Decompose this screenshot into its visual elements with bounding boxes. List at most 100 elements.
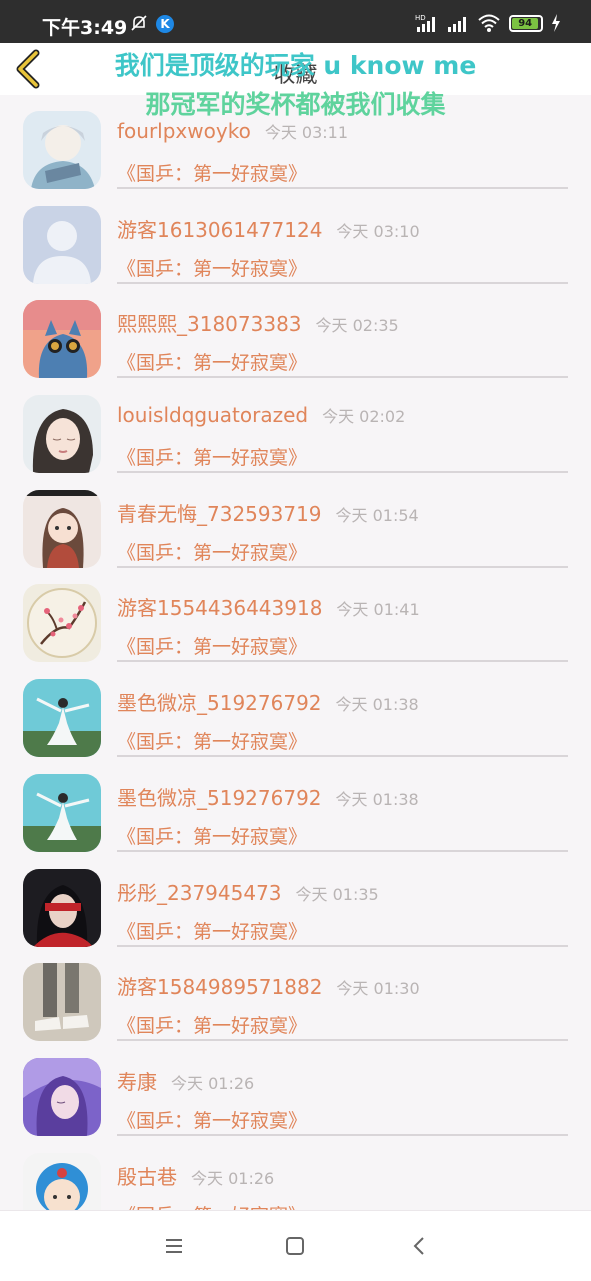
battery-level: 94	[512, 17, 539, 29]
divider	[117, 849, 568, 852]
favorite-list-item[interactable]: 彤彤_237945473 今天 01:35 《国乒：第一好寂寞》	[0, 853, 591, 948]
divider	[117, 471, 568, 474]
user-name: 游客1554436443918 今天 01:41	[117, 592, 420, 621]
avatar[interactable]	[23, 300, 101, 379]
timestamp: 今天 03:11	[264, 123, 349, 142]
message-text: 《国乒：第一好寂寞》	[117, 541, 308, 564]
message-text: 《国乒：第一好寂寞》	[117, 636, 308, 659]
user-name-text: 墨色微凉_519276792	[117, 785, 322, 810]
user-name: 殷古巷 今天 01:26	[117, 1161, 274, 1190]
avatar[interactable]	[23, 868, 101, 947]
user-name: 墨色微凉_519276792 今天 01:38	[117, 782, 419, 811]
status-icons: HD 94	[415, 12, 561, 34]
avatar[interactable]	[23, 111, 101, 189]
favorite-list-item[interactable]: 青春无悔_732593719 今天 01:54 《国乒：第一好寂寞》	[0, 474, 591, 569]
timestamp: 今天 02:35	[315, 316, 399, 336]
battery-icon: 94	[509, 14, 543, 32]
timestamp: 今天 01:30	[336, 979, 420, 999]
timestamp: 今天 03:10	[336, 221, 420, 241]
message-text: 《国乒：第一好寂寞》	[117, 920, 308, 943]
user-name: 游客1613061477124 今天 03:10	[117, 214, 420, 243]
favorite-list-item[interactable]: louisldqguatorazed 今天 02:02 《国乒：第一好寂寞》	[0, 379, 591, 474]
avatar[interactable]	[23, 1152, 101, 1210]
hd-signal-icon: HD	[415, 14, 435, 32]
user-name-text: 熙熙熙_318073383	[117, 312, 302, 337]
user-name: 寿康 今天 01:26	[117, 1066, 254, 1095]
status-bar: 下午3:49 K HD 94	[0, 0, 591, 43]
timestamp: 今天 01:41	[336, 600, 420, 620]
timestamp: 今天 01:26	[191, 1168, 275, 1188]
divider	[117, 1133, 568, 1136]
avatar[interactable]	[23, 395, 101, 474]
message-text: 《国乒：第一好寂寞》	[117, 447, 308, 470]
avatar[interactable]	[23, 489, 101, 568]
user-name: 墨色微凉_519276792 今天 01:38	[117, 687, 419, 716]
favorite-list-item[interactable]: 游客1554436443918 今天 01:41 《国乒：第一好寂寞》	[0, 568, 591, 663]
avatar[interactable]	[23, 773, 101, 852]
charging-icon	[552, 14, 560, 32]
home-square-icon[interactable]	[282, 1233, 308, 1259]
timestamp: 今天 01:38	[335, 695, 419, 715]
avatar[interactable]	[23, 679, 101, 758]
favorite-list-item[interactable]: 墨色微凉_519276792 今天 01:38 《国乒：第一好寂寞》	[0, 663, 591, 758]
timestamp: 今天 01:54	[335, 505, 419, 525]
timestamp: 今天 02:02	[322, 407, 406, 427]
favorite-list-item[interactable]: 墨色微凉_519276792 今天 01:38 《国乒：第一好寂寞》	[0, 758, 591, 853]
user-name-text: 游客1613061477124	[117, 217, 323, 242]
user-name: 熙熙熙_318073383 今天 02:35	[117, 308, 399, 337]
mute-bell-icon	[131, 15, 147, 31]
back-triangle-icon[interactable]	[406, 1233, 432, 1259]
message-text: 《国乒：第一好寂寞》	[117, 257, 308, 280]
user-name-text: 墨色微凉_519276792	[117, 691, 322, 716]
lyric-overlay-line2: 那冠军的奖杯都被我们收集	[145, 90, 446, 119]
divider	[117, 187, 568, 189]
message-text: 《国乒：第一好寂寞》	[117, 1015, 308, 1038]
user-name: 青春无悔_732593719 今天 01:54	[117, 498, 419, 527]
message-text: 《国乒：第一好寂寞》	[117, 825, 308, 848]
timestamp: 今天 01:35	[295, 884, 379, 904]
system-nav-bar	[0, 1210, 591, 1281]
lyric-overlay-line1: 我们是顶级的玩家 u know me	[114, 51, 477, 80]
timestamp: 今天 01:38	[335, 789, 419, 809]
divider	[117, 1039, 568, 1042]
divider	[117, 944, 568, 947]
user-name-text: 游客1554436443918	[117, 596, 323, 621]
message-text: 《国乒：第一好寂寞》	[117, 163, 308, 185]
message-text: 《国乒：第一好寂寞》	[117, 352, 308, 375]
user-name: fourlpxwoyko 今天 03:11	[117, 119, 348, 143]
divider	[117, 565, 568, 568]
favorite-list-item[interactable]: 熙熙熙_318073383 今天 02:35 《国乒：第一好寂寞》	[0, 284, 591, 379]
user-name: 彤彤_237945473 今天 01:35	[117, 877, 379, 906]
divider	[117, 281, 568, 284]
user-name-text: 殷古巷	[117, 1164, 177, 1189]
message-text: 《国乒：第一好寂寞》	[117, 1201, 307, 1210]
favorites-list: fourlpxwoyko 今天 03:11 《国乒：第一好寂寞》 游客16130614…	[0, 95, 591, 1210]
user-name: louisldqguatorazed 今天 02:02	[117, 403, 405, 427]
user-name-text: 青春无悔_732593719	[117, 501, 322, 526]
avatar[interactable]	[23, 1057, 101, 1136]
divider	[117, 660, 568, 663]
favorite-list-item[interactable]: 殷古巷今天 01:26 《国乒：第一好寂寞》	[0, 1137, 591, 1210]
wifi-icon	[478, 14, 500, 32]
avatar[interactable]	[23, 963, 101, 1042]
favorite-list-item[interactable]: 寿康 今天 01:26 《国乒：第一好寂寞》	[0, 1042, 591, 1137]
favorite-list-item[interactable]: 游客1584989571882 今天 01:30 《国乒：第一好寂寞》	[0, 947, 591, 1042]
user-name-text: 彤彤_237945473	[117, 880, 282, 905]
svg-text:HD: HD	[415, 14, 426, 22]
signal-icon	[448, 17, 466, 32]
user-name-text: fourlpxwoyko	[117, 119, 251, 143]
menu-icon[interactable]	[161, 1233, 187, 1259]
message-text: 《国乒：第一好寂寞》	[117, 1109, 308, 1132]
message-text: 《国乒：第一好寂寞》	[117, 731, 308, 754]
status-time: 下午3:49	[42, 17, 128, 39]
timestamp: 今天 01:26	[171, 1073, 255, 1093]
avatar[interactable]	[23, 584, 101, 663]
divider	[117, 376, 568, 379]
k-app-icon: K	[156, 15, 174, 33]
user-name-text: louisldqguatorazed	[117, 403, 309, 428]
divider	[117, 755, 568, 758]
user-name-text: 游客1584989571882	[117, 975, 323, 1000]
user-name-text: 寿康	[117, 1069, 157, 1094]
favorite-list-item[interactable]: 游客1613061477124 今天 03:10 《国乒：第一好寂寞》	[0, 190, 591, 285]
avatar[interactable]	[23, 205, 101, 284]
